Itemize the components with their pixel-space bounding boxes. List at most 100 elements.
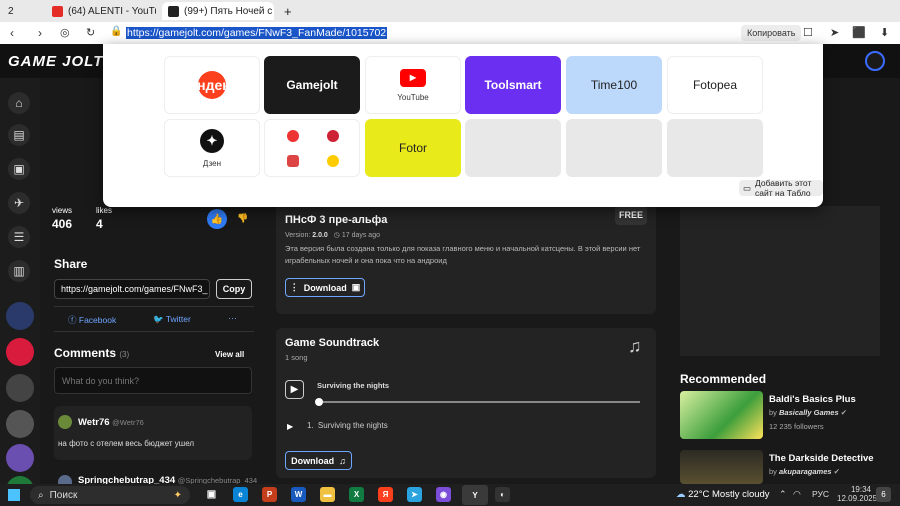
likes-count: 4 (96, 217, 103, 231)
windows-start-icon[interactable] (8, 489, 20, 501)
reload-icon[interactable]: ↻ (86, 26, 95, 39)
cursor-icon[interactable]: ➤ (830, 26, 839, 39)
youtube-icon: ▶ (400, 68, 426, 87)
wifi-icon[interactable]: ◠ (793, 489, 801, 500)
game-thumbnail[interactable] (680, 450, 763, 484)
soundtrack-title: Game Soundtrack (285, 337, 380, 349)
clock[interactable]: 19:34 12.09.2025 (837, 485, 877, 503)
user-avatar[interactable] (865, 51, 885, 71)
weather-widget[interactable]: ☁ 22°C Mostly cloudy (676, 489, 770, 500)
twitter-share-button[interactable]: 🐦 Twitter (153, 314, 191, 325)
more-share-button[interactable]: ··· (228, 313, 237, 323)
dislike-icon[interactable]: 👎 (237, 213, 248, 224)
tile-yandex[interactable]: Яндекс (164, 56, 260, 114)
download-icon[interactable]: ⬇ (880, 26, 889, 39)
tab-youtube[interactable]: (64) ALENTI - YouTube (46, 2, 156, 20)
app-icon (327, 155, 339, 167)
play-button[interactable]: ▶ (285, 380, 304, 399)
soundtrack-download-button[interactable]: Download ♫ (285, 451, 352, 470)
explorer-icon[interactable]: ▬ (320, 487, 335, 502)
download-button[interactable]: ⋮ Download ▣ (285, 278, 365, 297)
add-to-tableau-label: Добавить этот сайт на Табло (755, 178, 812, 198)
tray-chevron-icon[interactable]: ⌃ (779, 489, 787, 500)
game-author[interactable]: by akuparagames ✔ (769, 467, 840, 476)
community-avatar[interactable] (6, 338, 34, 366)
like-button[interactable]: 👍 (207, 209, 227, 229)
game-author[interactable]: by Basically Games ✔ (769, 408, 847, 417)
release-age: 17 days ago (341, 232, 380, 239)
yandex-browser-icon[interactable]: Y (462, 485, 488, 505)
notification-badge[interactable]: 6 (876, 487, 891, 502)
community-avatar[interactable] (6, 444, 34, 472)
edge-icon[interactable]: e (233, 487, 248, 502)
tile-youtube[interactable]: ▶ YouTube (365, 56, 461, 114)
tile-empty[interactable] (667, 119, 763, 177)
telegram-icon[interactable]: ➤ (407, 487, 422, 502)
copy-url-button[interactable]: Копировать (741, 25, 802, 41)
app-icon[interactable]: ◉ (436, 487, 451, 502)
comment-user[interactable]: Wetr76 @Wetr76 (78, 417, 144, 428)
copy-button[interactable]: Copy (216, 279, 252, 299)
tab-gamejolt[interactable]: (99+) Пять Ночей с Фр ✕ (162, 2, 274, 20)
view-all-link[interactable]: View all (215, 350, 244, 359)
community-avatar[interactable] (6, 374, 34, 402)
app-icon (287, 130, 299, 142)
tile-empty[interactable] (465, 119, 561, 177)
word-icon[interactable]: W (291, 487, 306, 502)
taskbar-search[interactable]: ⌕ Поиск ✦ (30, 486, 190, 504)
tile-fotopea[interactable]: Fotopea (667, 56, 763, 114)
new-tab-button[interactable]: + (282, 2, 296, 20)
facebook-share-button[interactable]: ⓕ Facebook (68, 314, 116, 326)
library-icon[interactable]: ☰ (8, 226, 30, 248)
comment-input[interactable] (54, 367, 252, 394)
url-input[interactable]: https://gamejolt.com/games/FNwF3_FanMade… (126, 27, 388, 39)
language-indicator[interactable]: РУС (812, 489, 829, 499)
bag-icon[interactable]: ▣ (8, 158, 30, 180)
views-count: 406 (52, 217, 73, 231)
store-icon[interactable]: ▤ (8, 124, 30, 146)
track-play-icon[interactable]: ▶ (287, 422, 293, 431)
address-bar: ‹ › ◎ ↻ 🔒 https://gamejolt.com/games/FNw… (0, 22, 900, 44)
back-icon[interactable]: ‹ (10, 26, 14, 40)
tile-youtube-label: YouTube (397, 92, 429, 102)
game-title[interactable]: The Darkside Detective (769, 453, 874, 464)
tab-counter[interactable]: 2 (2, 2, 22, 20)
game-thumbnail[interactable] (680, 391, 763, 439)
progress-track[interactable] (318, 401, 640, 403)
task-view-icon[interactable]: ▣ (204, 487, 219, 502)
download-label: Download (303, 282, 347, 293)
game-title[interactable]: Baldi's Basics Plus (769, 394, 856, 405)
tile-gamejolt[interactable]: Gamejolt (264, 56, 360, 114)
avatar[interactable] (58, 475, 72, 484)
music-note-icon: ♫ (628, 336, 642, 356)
left-rail: ⌂ ▤ ▣ ✈ ☰ ▥ (0, 78, 40, 504)
site-logo[interactable]: GAME JOLT (8, 53, 103, 70)
add-to-tableau-button[interactable]: ▭ Добавить этот сайт на Табло (739, 178, 823, 198)
avatar[interactable] (58, 415, 72, 429)
extensions-icon[interactable]: ⬛ (852, 26, 866, 39)
excel-icon[interactable]: X (349, 487, 364, 502)
community-avatar[interactable] (6, 302, 34, 330)
tile-fotor[interactable]: Fotor (365, 119, 461, 177)
tile-folder[interactable] (264, 119, 360, 177)
tile-toolsmart[interactable]: Toolsmart (465, 56, 561, 114)
app-icon[interactable]: ◐ (495, 487, 510, 502)
tile-dzen[interactable]: ✦ Дзен (164, 119, 260, 177)
powerpoint-icon[interactable]: P (262, 487, 277, 502)
comment-user[interactable]: Springchebutrap_434 @Springchebutrap_434 (78, 475, 257, 484)
yandex-icon[interactable]: Я (378, 487, 393, 502)
tile-empty[interactable] (566, 119, 662, 177)
discover-icon[interactable]: ✈ (8, 192, 30, 214)
verified-icon: ✔ (840, 408, 848, 417)
community-avatar[interactable] (6, 410, 34, 438)
chart-icon[interactable]: ▥ (8, 260, 30, 282)
tile-time100[interactable]: Time100 (566, 56, 662, 114)
track-item[interactable]: 1. Surviving the nights (307, 421, 388, 430)
progress-knob[interactable] (315, 398, 323, 406)
protect-icon[interactable]: ◎ (60, 26, 70, 39)
home-icon[interactable]: ⌂ (8, 92, 30, 114)
forward-icon[interactable]: › (38, 26, 42, 40)
share-url-field[interactable]: https://gamejolt.com/games/FNwF3_ (54, 279, 210, 299)
bookmark-icon[interactable]: ☐ (803, 26, 813, 39)
price-badge: FREE (615, 205, 647, 225)
